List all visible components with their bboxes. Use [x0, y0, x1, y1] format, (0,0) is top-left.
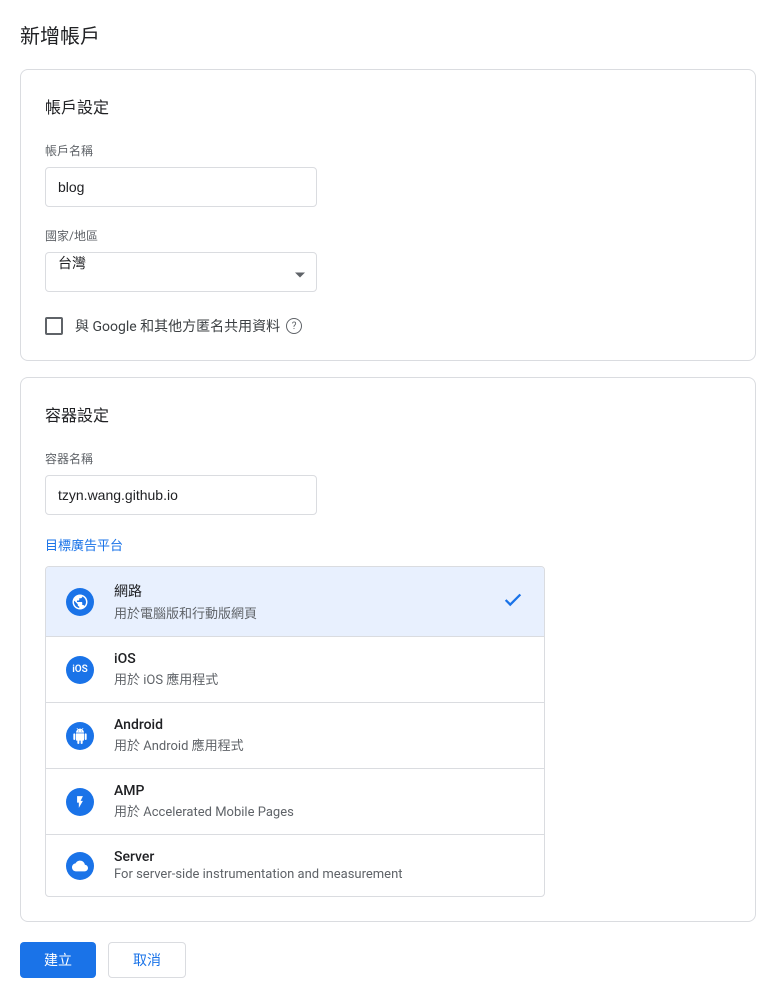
platform-amp-desc: 用於 Accelerated Mobile Pages [114, 801, 524, 820]
account-settings-card: 帳戶設定 帳戶名稱 國家/地區 台灣 與 Google 和其他方匿名共用資料 ? [20, 69, 756, 361]
platform-web-desc: 用於電腦版和行動版網頁 [114, 603, 482, 622]
account-name-label: 帳戶名稱 [45, 142, 731, 159]
country-label: 國家/地區 [45, 227, 731, 244]
platform-server-desc: For server-side instrumentation and meas… [114, 867, 524, 882]
share-data-checkbox[interactable] [45, 317, 63, 335]
account-name-field: 帳戶名稱 [45, 142, 731, 207]
platform-list: 網路 用於電腦版和行動版網頁 iOS iOS 用於 iOS 應用程式 Andro… [45, 566, 545, 897]
check-icon [502, 589, 524, 615]
ios-icon: iOS [66, 656, 94, 684]
platform-android-desc: 用於 Android 應用程式 [114, 735, 524, 754]
cancel-button[interactable]: 取消 [108, 942, 186, 978]
platform-amp-title: AMP [114, 783, 524, 799]
container-name-input[interactable] [45, 475, 317, 515]
create-button[interactable]: 建立 [20, 942, 96, 978]
platform-label: 目標廣告平台 [45, 535, 731, 554]
container-name-label: 容器名稱 [45, 450, 731, 467]
server-icon [66, 852, 94, 880]
container-settings-card: 容器設定 容器名稱 目標廣告平台 網路 用於電腦版和行動版網頁 iOS [20, 377, 756, 922]
country-field: 國家/地區 台灣 [45, 227, 731, 292]
help-icon[interactable]: ? [286, 318, 302, 334]
platform-item-server[interactable]: Server For server-side instrumentation a… [46, 835, 544, 896]
android-icon [66, 722, 94, 750]
account-name-input[interactable] [45, 167, 317, 207]
platform-web-title: 網路 [114, 581, 482, 601]
account-settings-title: 帳戶設定 [45, 94, 731, 118]
country-select[interactable]: 台灣 [45, 252, 317, 292]
amp-icon [66, 788, 94, 816]
share-data-label: 與 Google 和其他方匿名共用資料 ? [75, 316, 302, 336]
platform-ios-desc: 用於 iOS 應用程式 [114, 669, 524, 688]
web-icon [66, 588, 94, 616]
platform-item-ios[interactable]: iOS iOS 用於 iOS 應用程式 [46, 637, 544, 703]
platform-android-title: Android [114, 717, 524, 733]
button-row: 建立 取消 [20, 942, 756, 978]
platform-server-title: Server [114, 849, 524, 865]
container-name-field: 容器名稱 [45, 450, 731, 515]
platform-ios-title: iOS [114, 651, 524, 667]
page-title: 新增帳戶 [20, 20, 756, 49]
platform-item-web[interactable]: 網路 用於電腦版和行動版網頁 [46, 567, 544, 637]
platform-item-amp[interactable]: AMP 用於 Accelerated Mobile Pages [46, 769, 544, 835]
platform-item-android[interactable]: Android 用於 Android 應用程式 [46, 703, 544, 769]
container-settings-title: 容器設定 [45, 402, 731, 426]
share-data-row: 與 Google 和其他方匿名共用資料 ? [45, 316, 731, 336]
